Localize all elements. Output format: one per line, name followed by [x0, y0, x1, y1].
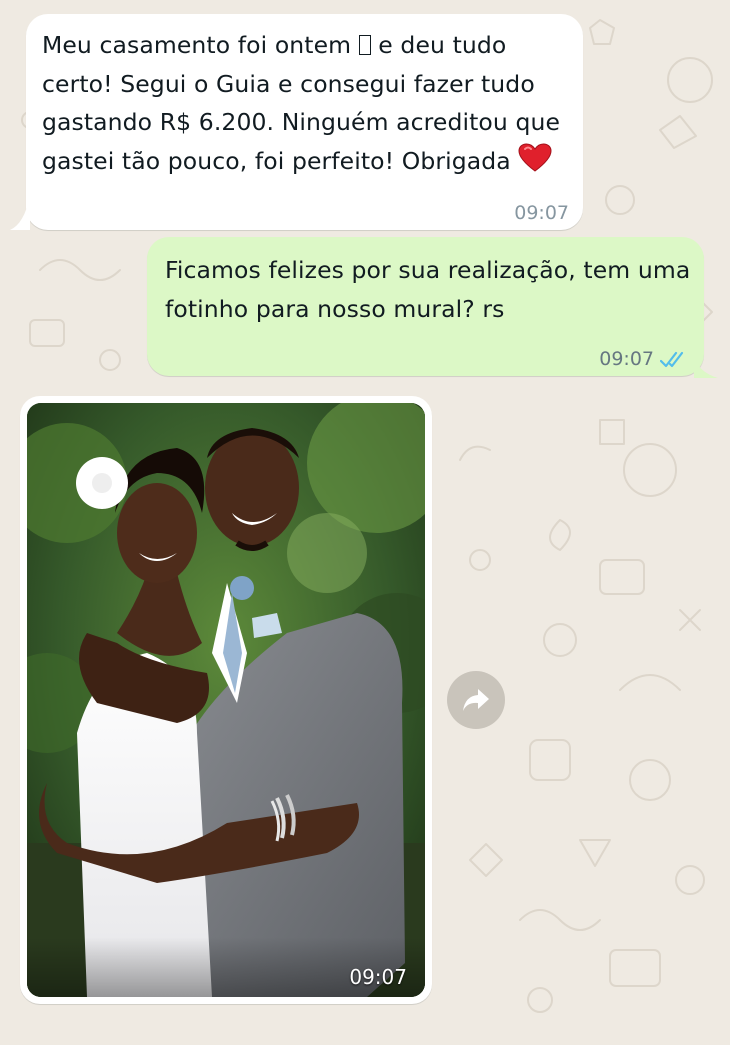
wedding-photo[interactable]: 09:07: [27, 403, 425, 997]
message-text: Ficamos felizes por sua realização, tem …: [165, 256, 691, 323]
heart-icon: [518, 142, 552, 172]
missing-emoji-glyph: [358, 35, 371, 55]
image-message-bubble[interactable]: 09:07: [20, 396, 432, 1004]
outgoing-bubble-tail: [694, 356, 718, 378]
message-time: 09:07: [349, 965, 407, 989]
forward-arrow-icon: [463, 689, 489, 711]
incoming-message-bubble[interactable]: Meu casamento foi ontem e deu tudo certo…: [26, 14, 583, 230]
incoming-bubble-tail: [10, 196, 30, 230]
message-time: 09:07: [514, 202, 569, 224]
outgoing-message-bubble[interactable]: Ficamos felizes por sua realização, tem …: [147, 237, 704, 376]
message-text: Meu casamento foi ontem e deu tudo certo…: [42, 31, 561, 175]
forward-button[interactable]: [447, 671, 505, 729]
message-time: 09:07: [599, 348, 654, 370]
double-check-icon: [660, 351, 684, 368]
image-bubble-tail: [4, 396, 24, 416]
